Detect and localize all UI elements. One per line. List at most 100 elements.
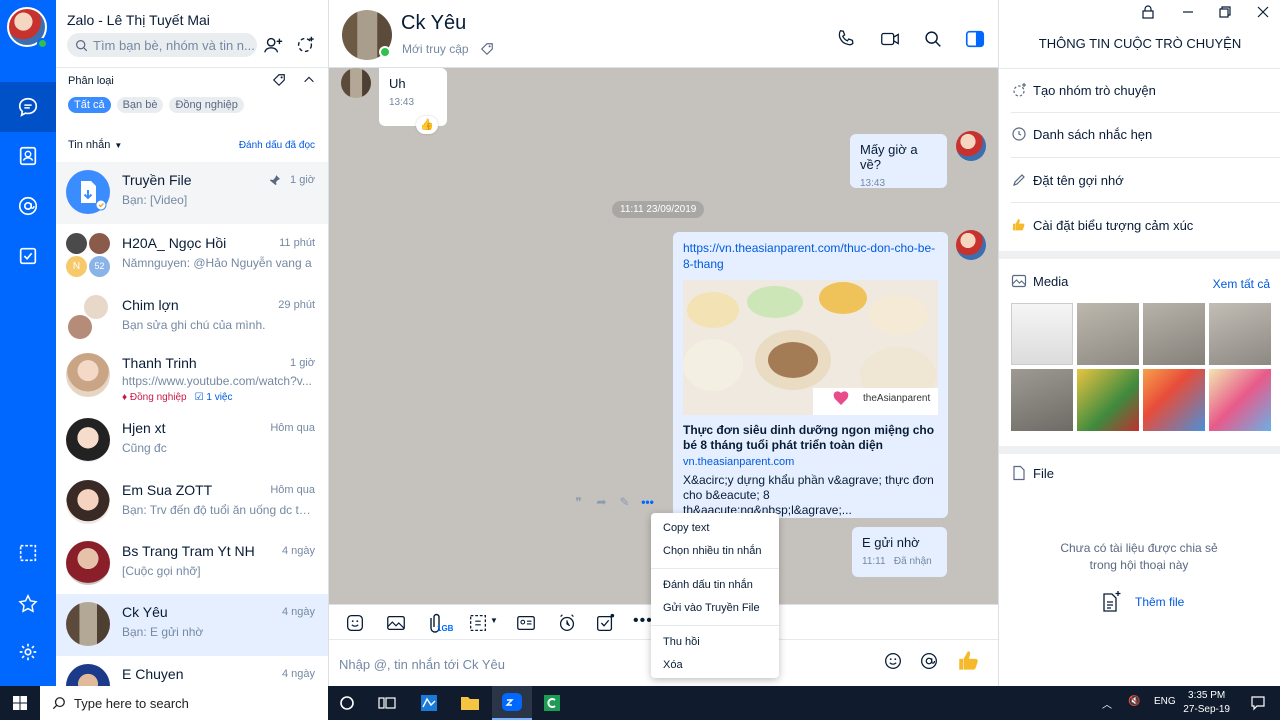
edit-icon[interactable]: ✎ [616, 495, 633, 509]
system-clock[interactable]: 3:35 PM 27-Sep-19 [1183, 689, 1230, 717]
tag-icon[interactable] [480, 42, 494, 56]
date-separator: 11:11 23/09/2019 [612, 201, 705, 218]
conversation-item[interactable]: E Chuyen 4 ngày [56, 656, 328, 686]
emoji-setting-action[interactable]: Cài đặt biểu tượng cảm xúc [1011, 217, 1193, 233]
see-all-media-link[interactable]: Xem tất cả [1213, 277, 1270, 291]
message-text: Mấy giờ a về? [860, 142, 918, 172]
message-filter-dropdown[interactable]: Tin nhắn ▼ [68, 139, 122, 151]
menu-delete[interactable]: Xóa [651, 654, 779, 677]
phone-icon[interactable] [835, 28, 857, 50]
mark-all-read-link[interactable]: Đánh dấu đã đọc [239, 140, 315, 151]
taskbar-app-maps[interactable] [409, 686, 449, 720]
toggle-info-panel-icon[interactable] [964, 28, 986, 50]
nav-contacts[interactable] [0, 131, 56, 181]
menu-mark-message[interactable]: Đánh dấu tin nhắn [651, 574, 779, 597]
image-icon[interactable] [385, 612, 407, 634]
tag-settings-icon[interactable] [272, 73, 286, 87]
nav-favorites[interactable] [0, 579, 56, 629]
chevron-up-icon[interactable] [302, 73, 316, 87]
cortana-button[interactable] [327, 686, 367, 720]
media-thumbnail[interactable] [1077, 369, 1139, 431]
message-bubble-outgoing[interactable]: Mấy giờ a về? 13:43 [850, 134, 947, 189]
link-preview-image[interactable]: theAsianparent [683, 280, 938, 415]
forward-icon[interactable]: ➦ [593, 495, 610, 509]
media-thumbnail[interactable] [1209, 369, 1271, 431]
media-thumbnail[interactable] [1011, 369, 1073, 431]
conversation-item[interactable]: Truyền File 1 giờ Bạn: [Video] [56, 162, 328, 224]
taskbar-app-explorer[interactable] [450, 686, 490, 720]
create-group-action[interactable]: Tạo nhóm trò chuyện [1011, 82, 1156, 98]
message-time: 13:43 [860, 178, 886, 189]
conversation-item[interactable]: Bs Trang Tram Yt NH 4 ngày [Cuộc gọi nhỡ… [56, 533, 328, 595]
conversation-item[interactable]: N 52 H20A_ Ngọc Hồi 11 phút Nămnguyen: @… [56, 225, 328, 287]
chip-colleagues[interactable]: Đồng nghiệp [169, 97, 244, 113]
reminder-list-action[interactable]: Danh sách nhắc hẹn [1011, 126, 1152, 142]
restore-icon[interactable] [1217, 4, 1233, 20]
media-thumbnail[interactable] [1011, 303, 1073, 365]
nav-todo[interactable] [0, 231, 56, 281]
nickname-action[interactable]: Đặt tên gợi nhớ [1011, 172, 1124, 188]
menu-select-multiple[interactable]: Chọn nhiều tin nhắn [651, 540, 779, 563]
taskbar-search-placeholder: Type here to search [74, 695, 189, 711]
nav-screenshot[interactable] [0, 528, 56, 578]
close-icon[interactable] [1255, 4, 1271, 20]
taskbar-search[interactable]: Type here to search [40, 686, 328, 720]
task-view-button[interactable] [367, 686, 407, 720]
more-tools-icon[interactable]: ••• [633, 612, 653, 630]
menu-copy-text[interactable]: Copy text [651, 517, 779, 540]
taskbar-app-camtasia[interactable] [532, 686, 572, 720]
media-thumbnail[interactable] [1143, 369, 1205, 431]
nav-messages[interactable] [0, 82, 56, 132]
link-domain[interactable]: vn.theasianparent.com [683, 456, 938, 468]
media-section-header: Media [1011, 273, 1068, 289]
nav-settings[interactable] [0, 627, 56, 677]
create-group-icon [1013, 83, 1026, 97]
quote-icon[interactable]: ❞ [570, 495, 587, 509]
task-check-icon[interactable] [594, 612, 616, 634]
business-card-icon[interactable] [515, 612, 537, 634]
menu-send-to-file-transfer[interactable]: Gửi vào Truyền File [651, 597, 779, 620]
like-reaction-button[interactable]: 👍 [416, 116, 438, 134]
menu-recall[interactable]: Thu hồi [651, 631, 779, 654]
link-url[interactable]: https://vn.theasianparent.com/thuc-don-c… [683, 240, 938, 272]
emoji-icon[interactable] [882, 650, 904, 672]
thumbs-up-icon[interactable] [956, 648, 982, 674]
message-bubble-incoming[interactable]: Uh 13:43 [379, 68, 447, 126]
screenshot-icon[interactable] [467, 612, 489, 634]
notification-icon[interactable] [1250, 695, 1266, 711]
more-options-icon[interactable]: ••• [639, 495, 656, 509]
conversation-item[interactable]: Thanh Trinh 1 giờ https://www.youtube.co… [56, 345, 328, 413]
link-preview-message[interactable]: https://vn.theasianparent.com/thuc-don-c… [673, 232, 948, 518]
chip-friends[interactable]: Bạn bè [116, 97, 164, 113]
message-bubble-outgoing[interactable]: E gửi nhờ 11:11 Đã nhận [852, 527, 947, 577]
video-call-icon[interactable] [879, 28, 901, 50]
media-thumbnail[interactable] [1077, 303, 1139, 365]
attach-file-button[interactable]: 1GB [427, 612, 455, 636]
conversation-item[interactable]: Chim lợn 29 phút Bạn sửa ghi chú của mìn… [56, 287, 328, 349]
volume-icon[interactable]: 🔇 [1128, 696, 1140, 707]
add-friend-icon[interactable] [262, 34, 284, 56]
lock-icon[interactable] [1140, 4, 1156, 20]
start-button[interactable] [0, 686, 40, 720]
media-thumbnail[interactable] [1143, 303, 1205, 365]
conversation-item[interactable]: Hjen xt Hôm qua Cũng đc [56, 410, 328, 472]
conversation-item-selected[interactable]: Ck Yêu 4 ngày Bạn: E gửi nhờ [56, 594, 328, 656]
search-input[interactable]: Tìm bạn bè, nhóm và tin n... [67, 33, 257, 57]
conversation-item[interactable]: Em Sua ZOTT Hôm qua Bạn: Trv đến độ tuổi… [56, 472, 328, 534]
nav-mentions[interactable] [0, 181, 56, 231]
create-group-icon[interactable] [294, 34, 316, 56]
caret-down-icon[interactable]: ▼ [490, 616, 498, 625]
chevron-up-icon[interactable]: ︿ [1102, 696, 1112, 711]
search-icon[interactable] [922, 28, 944, 50]
minimize-icon[interactable] [1180, 4, 1196, 20]
sticker-icon[interactable] [344, 612, 366, 634]
composer-placeholder: Nhập @, tin nhắn tới Ck Yêu [339, 657, 506, 672]
chip-all[interactable]: Tất cả [68, 97, 111, 113]
reminder-clock-icon[interactable] [556, 612, 578, 634]
media-thumbnail[interactable] [1209, 303, 1271, 365]
taskbar-app-zalo[interactable] [492, 686, 532, 720]
mention-icon[interactable] [918, 650, 940, 672]
crop-icon [19, 544, 37, 562]
language-indicator[interactable]: ENG [1154, 696, 1176, 707]
add-file-button[interactable]: Thêm file [1099, 590, 1184, 614]
